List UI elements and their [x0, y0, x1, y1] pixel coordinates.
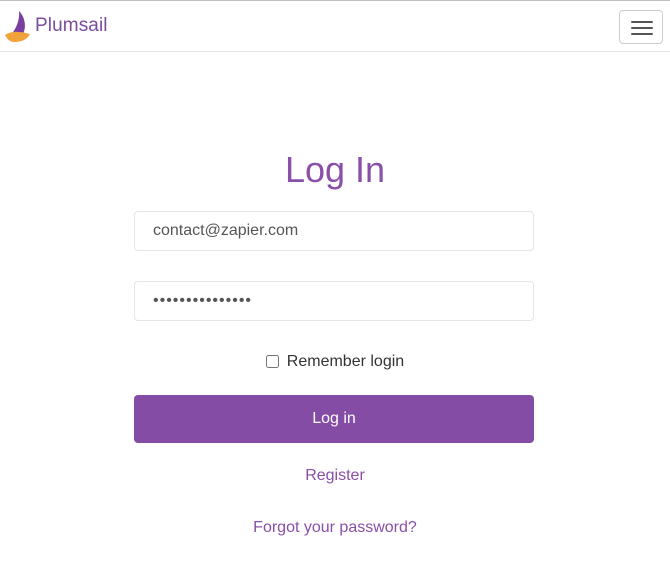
- remember-login-row[interactable]: Remember login: [0, 351, 670, 373]
- hamburger-menu-icon: [631, 27, 653, 29]
- email-input[interactable]: [134, 211, 534, 251]
- hamburger-menu-icon: [631, 21, 653, 23]
- remember-login-checkbox[interactable]: [265, 354, 279, 368]
- menu-toggle-button[interactable]: [619, 10, 663, 44]
- remember-login-label: Remember login: [286, 353, 405, 370]
- brand-link[interactable]: Plumsail: [4, 8, 108, 44]
- sailboat-logo-icon: [5, 10, 30, 42]
- forgot-password-link[interactable]: Forgot your password?: [0, 518, 670, 538]
- register-link[interactable]: Register: [0, 466, 670, 486]
- hamburger-menu-icon: [631, 33, 653, 35]
- page-title: Log In: [284, 149, 386, 190]
- brand-name: Plumsail: [35, 15, 108, 36]
- top-navbar: Plumsail: [0, 0, 670, 52]
- login-button[interactable]: Log in: [134, 395, 534, 443]
- password-input[interactable]: [134, 281, 534, 321]
- login-page: Plumsail Log In Remember login Log in Re…: [0, 0, 670, 563]
